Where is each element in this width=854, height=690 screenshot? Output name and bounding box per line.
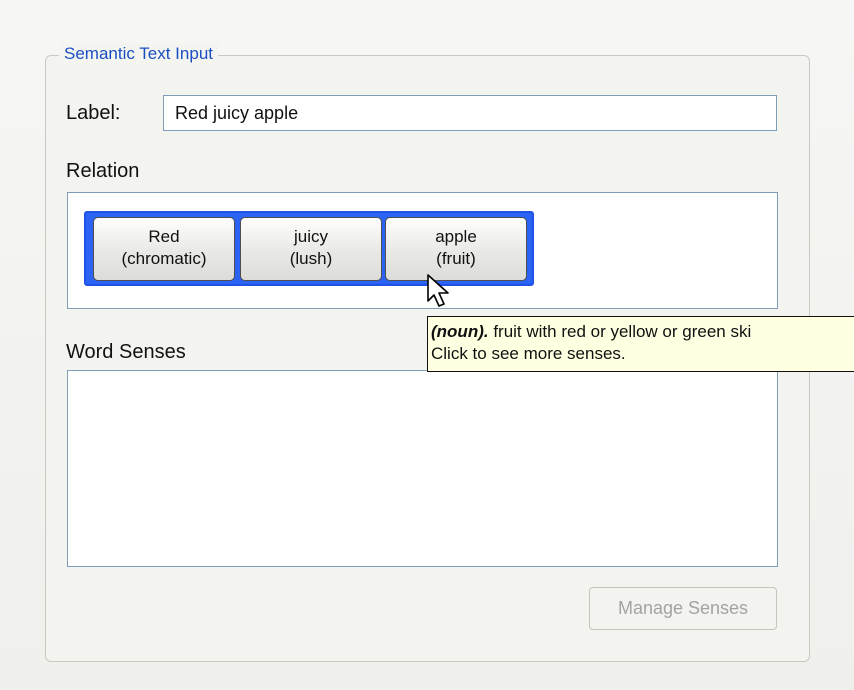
tooltip-gloss: fruit with red or yellow or green ski	[488, 322, 752, 341]
word-senses-list[interactable]	[67, 370, 778, 567]
mouse-pointer-icon	[427, 274, 449, 307]
tooltip-gloss-line: (noun). fruit with red or yellow or gree…	[431, 321, 854, 343]
label-field-label: Label:	[66, 102, 121, 124]
token-apple[interactable]: apple (fruit)	[385, 217, 527, 281]
tooltip-part-of-speech: (noun).	[431, 322, 489, 341]
token-sense: (chromatic)	[121, 249, 207, 268]
token-juicy[interactable]: juicy (lush)	[240, 217, 382, 281]
token-sense: (fruit)	[436, 249, 476, 268]
group-title: Semantic Text Input	[59, 42, 218, 66]
token-sense: (lush)	[289, 249, 333, 268]
relation-title: Relation	[66, 160, 140, 182]
token-red[interactable]: Red (chromatic)	[93, 217, 235, 281]
token-word: juicy	[293, 227, 328, 246]
tooltip-hint: Click to see more senses.	[431, 344, 626, 363]
sense-tooltip: (noun). fruit with red or yellow or gree…	[427, 316, 854, 372]
manage-senses-button[interactable]: Manage Senses	[589, 587, 777, 630]
token-word: apple	[435, 227, 477, 246]
token-word: Red	[148, 227, 180, 246]
word-senses-title: Word Senses	[66, 341, 186, 363]
label-input[interactable]	[163, 95, 777, 131]
